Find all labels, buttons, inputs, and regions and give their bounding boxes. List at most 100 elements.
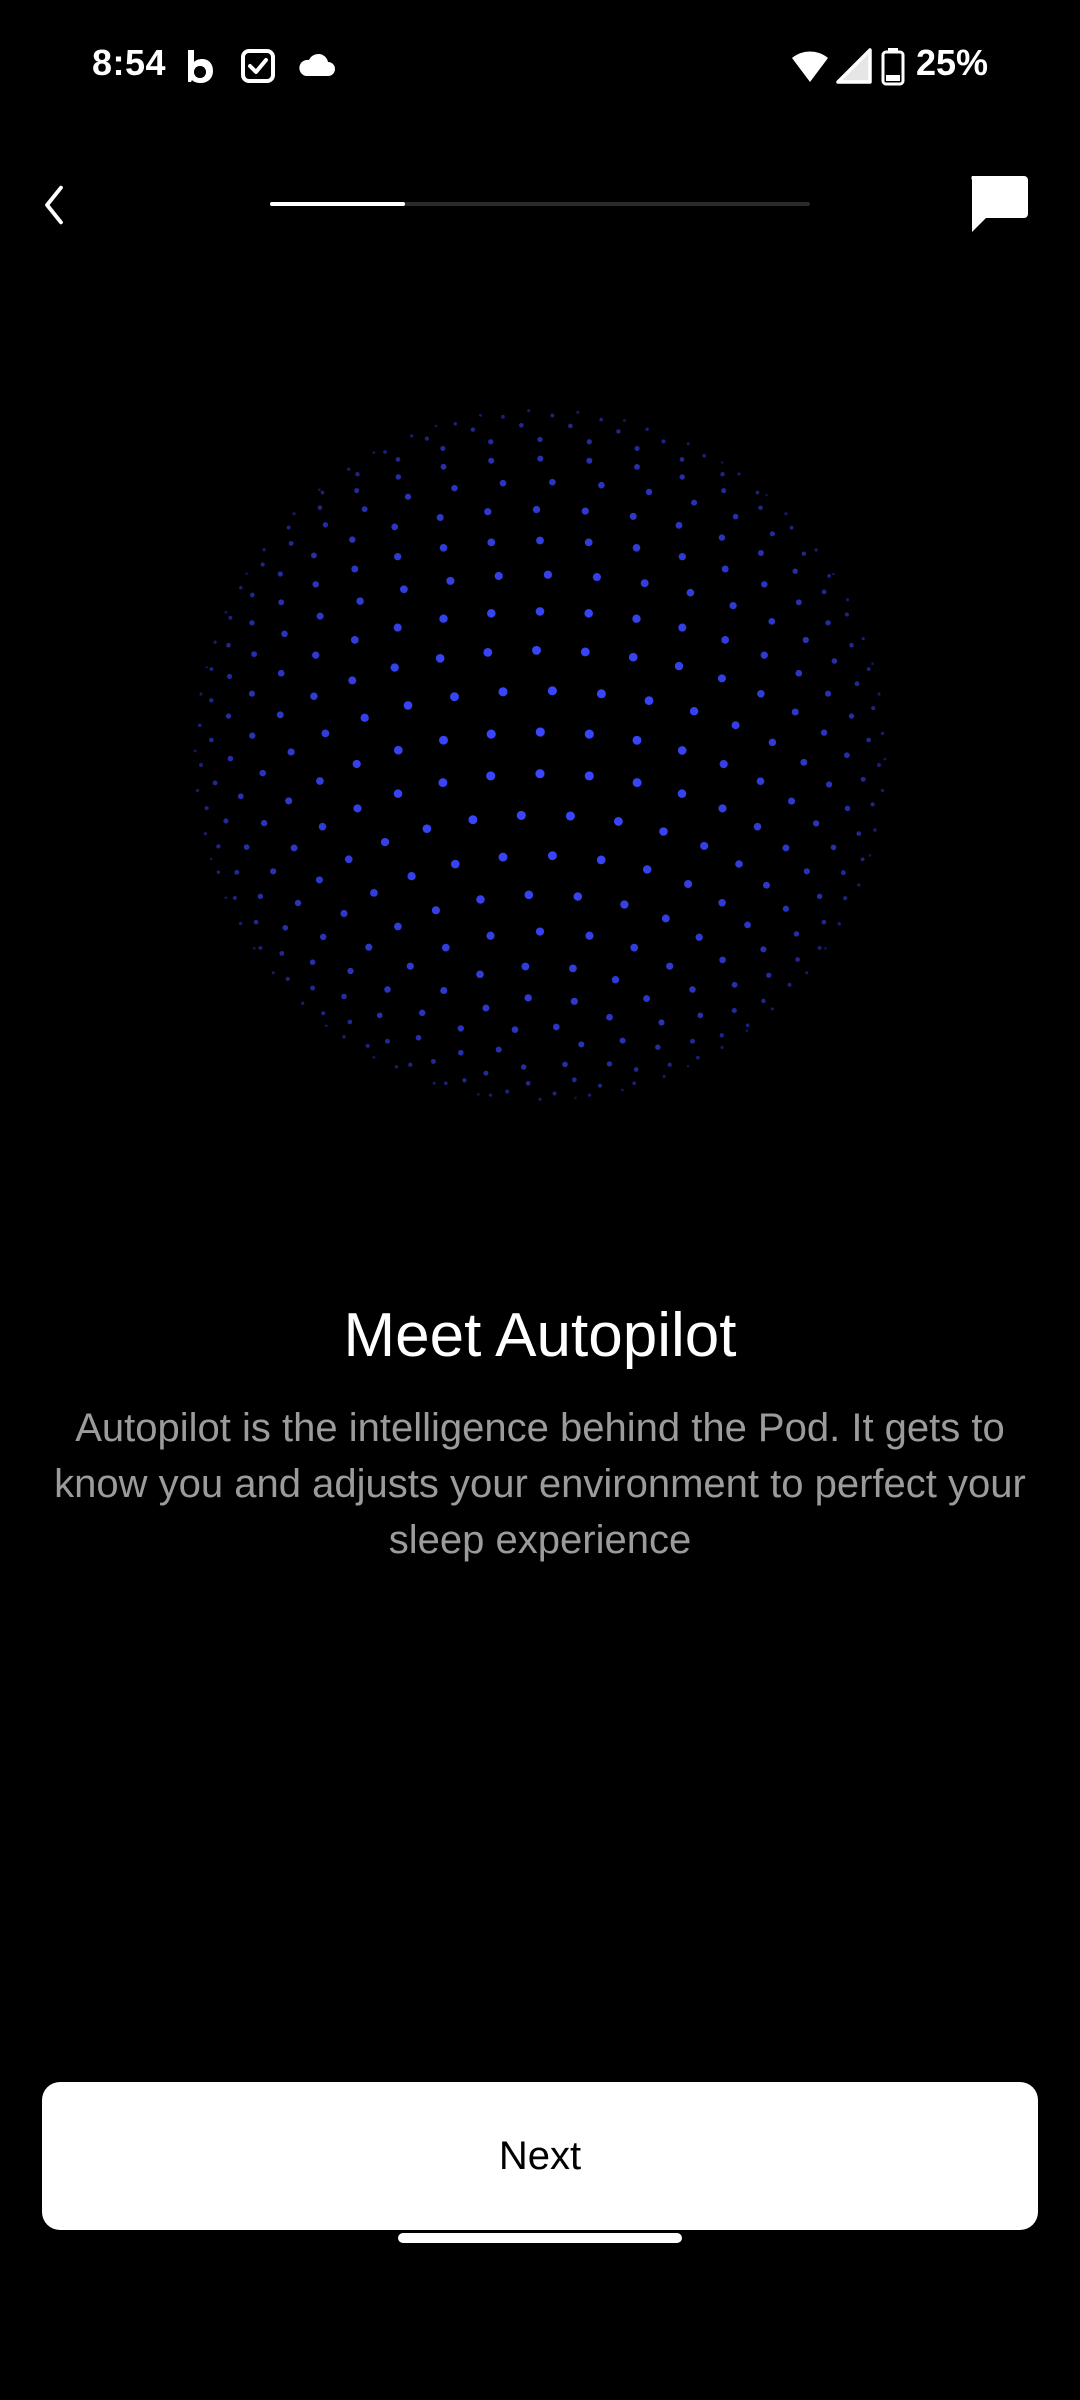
sphere-dot [695,933,703,941]
sphere-dot [361,506,368,513]
sphere-dot [213,640,217,644]
sphere-dot [487,538,496,547]
sphere-dot [294,899,302,907]
sphere-dot [581,507,589,515]
sphere-dot [318,822,327,831]
sphere-dot [825,781,833,788]
sphere-dot [350,636,359,644]
sphere-dot [632,735,642,745]
sphere-dot [450,859,460,869]
sphere-dot [763,881,770,889]
sphere-dot [662,1074,666,1078]
sphere-dot [258,945,263,950]
sphere-dot [632,614,641,623]
sphere-dot [321,729,330,738]
next-button[interactable]: Next [42,2082,1038,2230]
sphere-dot [611,975,620,984]
sphere-dot [393,745,403,755]
back-button[interactable] [24,170,84,240]
sphere-dot [224,896,228,900]
sphere-dot [354,488,360,494]
sphere-dot [871,706,876,711]
sphere-dot [479,413,482,417]
sphere-dot [538,1097,542,1101]
sphere-dot [282,924,289,931]
sphere-dot [457,1025,464,1032]
sphere-dot [596,689,606,699]
sphere-dot [568,423,573,429]
sphere-dot [286,525,291,530]
sphere-dot [409,434,414,438]
sphere-dot [462,1078,467,1083]
sphere-dot [450,692,459,702]
sphere-dot [260,562,265,567]
sphere-dot [616,429,621,434]
sphere-dot [486,729,496,739]
sphere-dot [432,1081,436,1085]
cellular-signal-icon [834,46,874,86]
sphere-dot [483,1070,489,1076]
sphere-dot [880,731,885,736]
sphere-dot [721,636,730,644]
sphere-dot [248,690,255,697]
sphere-dot [435,653,445,663]
sphere-dot [360,713,369,722]
sphere-dot [525,1080,531,1086]
sphere-dot [678,623,687,632]
sphere-dot [319,933,327,941]
sphere-dot [547,851,557,861]
sphere-dot [667,1062,672,1067]
sphere-dot [372,451,376,454]
sphere-dot [791,708,799,716]
sphere-dot [825,690,832,697]
sphere-dot [787,982,792,987]
sphere-dot [820,729,828,736]
sphere-dot [753,822,762,831]
sphere-dot [642,865,652,874]
sphere-dot [234,869,240,875]
sphere-dot [599,417,604,422]
sphere-dot [505,1089,510,1094]
sphere-dot [352,759,361,769]
sphere-dot [324,1024,328,1028]
sphere-dot [199,692,203,696]
sphere-dot [782,905,790,912]
sphere-dot [744,921,751,929]
sphere-dot [495,1046,502,1053]
sphere-dot [769,531,775,537]
sphere-dot [253,946,256,950]
sphere-dot [717,674,726,683]
sphere-dot [873,828,877,832]
onboarding-progress-bar [270,202,810,206]
home-indicator[interactable] [398,2233,682,2243]
sphere-dot [795,957,800,962]
sphere-dot [520,1064,527,1070]
sphere-dot [216,870,221,874]
sphere-dot [260,819,268,827]
sphere-dot [536,536,544,545]
sphere-dot [483,647,493,657]
chat-support-button[interactable] [962,168,1034,240]
sphere-dot [370,889,378,897]
sphere-dot [315,876,323,884]
sphere-dot [569,964,577,973]
sphere-dot [768,617,776,625]
sphere-dot [782,844,790,852]
sphere-dot [317,505,323,510]
chevron-left-icon [45,185,63,225]
sphere-dot [477,1093,480,1096]
sphere-dot [632,1081,637,1086]
sphere-dot [316,777,324,785]
sphere-dot [731,1007,737,1014]
sphere-dot [547,686,557,696]
sphere-dot [320,490,325,495]
sphere-dot [584,771,594,781]
sphere-dot [237,793,244,800]
sphere-dot [795,669,803,677]
sphere-dot [821,919,827,925]
sphere-dot [535,607,545,616]
sphere-dot [856,831,862,836]
sphere-dot [803,868,810,875]
sphere-dot [290,844,298,852]
sphere-dot [422,824,432,834]
